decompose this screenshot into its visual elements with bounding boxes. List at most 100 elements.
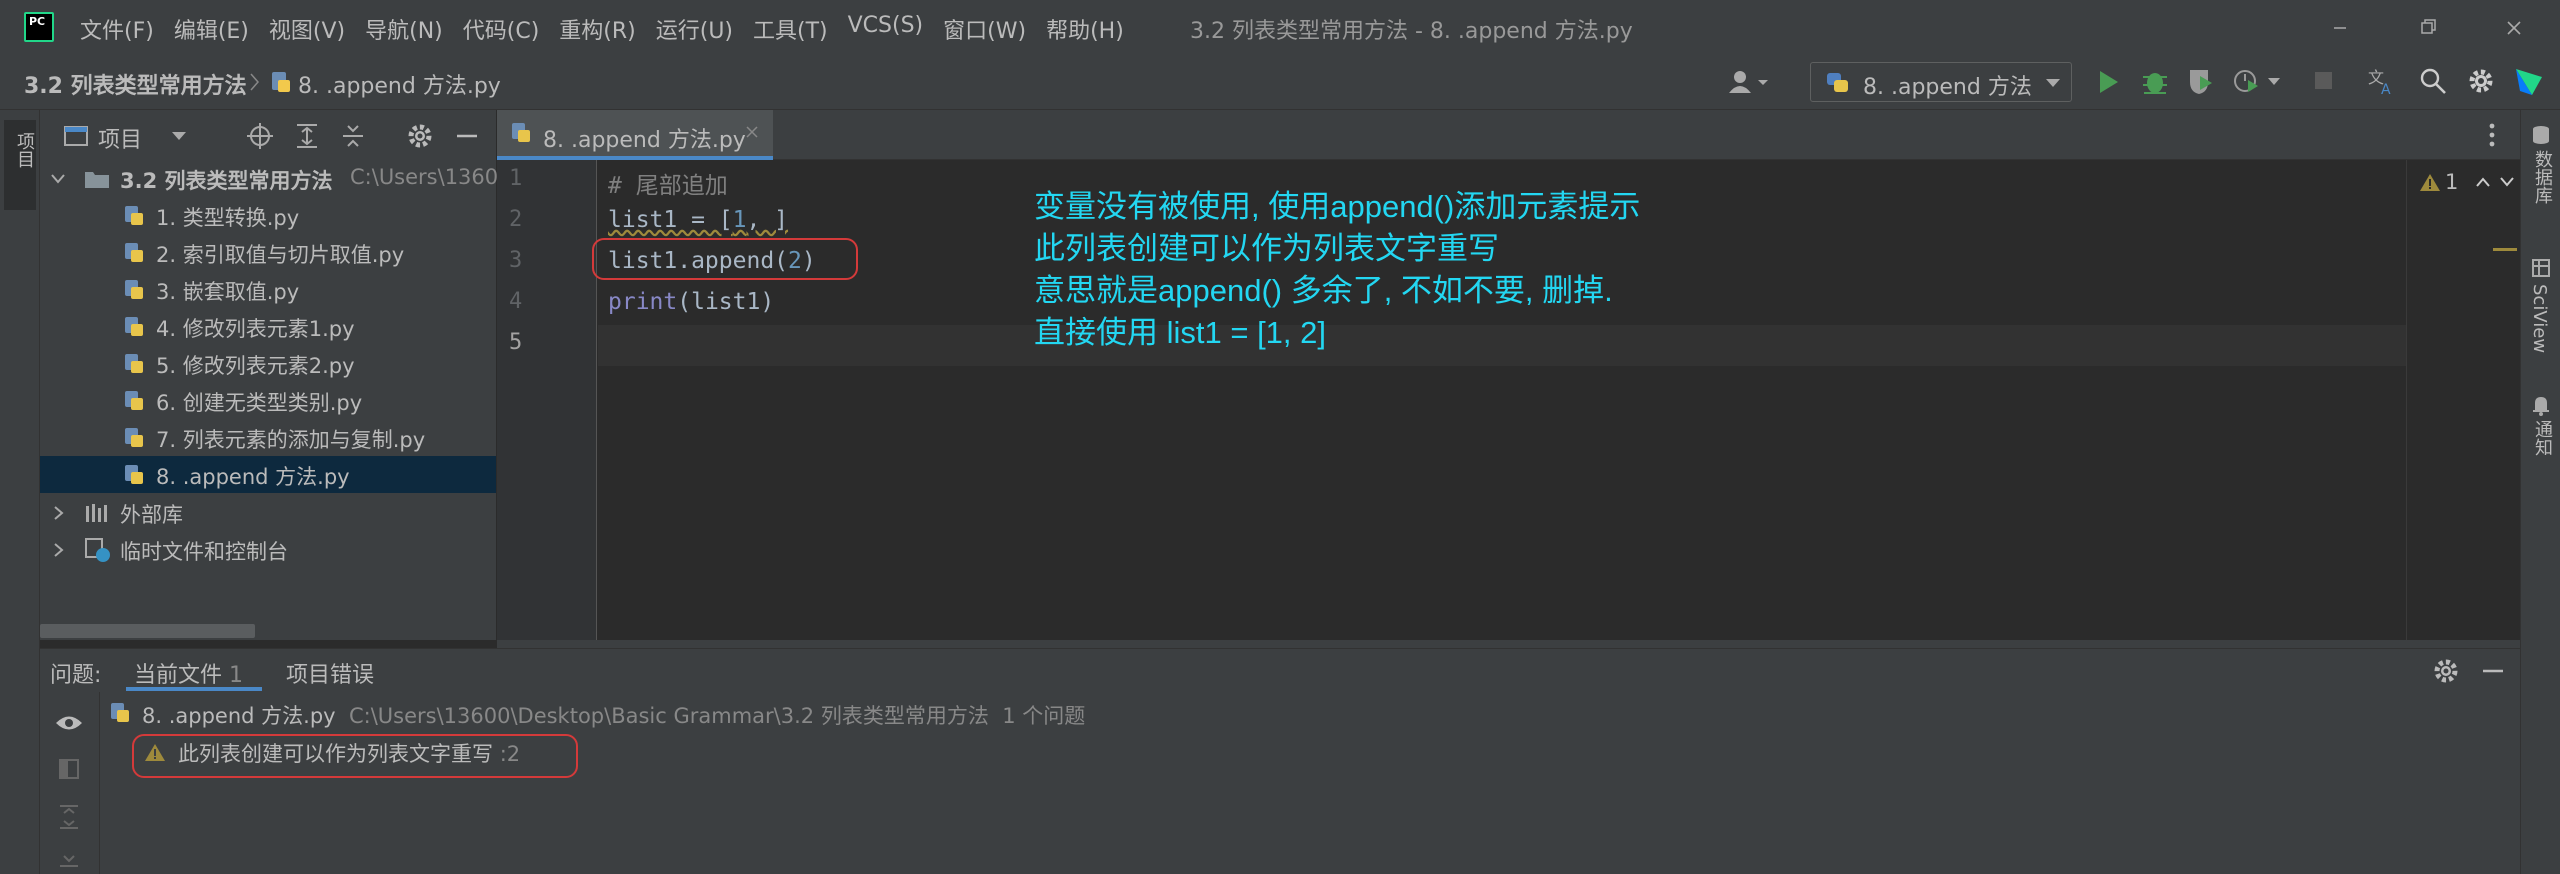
tree-root-folder[interactable]: 3.2 列表类型常用方法 C:\Users\1360 [40, 160, 499, 197]
file-name: 6. 创建无类型类别.py [156, 391, 363, 415]
file-name: 4. 修改列表元素1.py [156, 317, 355, 341]
run-config-select[interactable]: 8. .append 方法 [1810, 62, 2072, 102]
horizontal-scrollbar[interactable] [40, 624, 255, 638]
user-icon[interactable] [1726, 67, 1772, 97]
python-file-icon [125, 243, 143, 262]
hide-problems-icon[interactable] [2480, 657, 2506, 685]
python-file-icon [110, 702, 134, 726]
annotation-highlight-box [592, 238, 858, 280]
tree-file-item[interactable]: 3. 嵌套取值.py [40, 271, 496, 308]
stop-icon[interactable] [2312, 69, 2336, 93]
coverage-icon[interactable] [2186, 66, 2216, 96]
project-tree: 3.2 列表类型常用方法 C:\Users\1360 1. 类型转换.py 2.… [40, 160, 499, 640]
breadcrumb-project[interactable]: 3.2 列表类型常用方法 [24, 68, 247, 100]
menu-run[interactable]: 运行(U) [656, 13, 733, 45]
project-panel-header: 项目 [40, 110, 496, 160]
menu-view[interactable]: 视图(V) [269, 13, 345, 45]
navigation-bar: 3.2 列表类型常用方法 8. .append 方法.py 8. .append… [0, 55, 2560, 110]
menu-navigate[interactable]: 导航(N) [365, 13, 443, 45]
search-icon[interactable] [2418, 66, 2448, 96]
collapse-all-icon[interactable] [340, 122, 366, 150]
tree-file-item[interactable]: 6. 创建无类型类别.py [40, 382, 496, 419]
project-view-icon [64, 125, 88, 147]
tab-project-errors[interactable]: 项目错误 [286, 657, 374, 689]
translate-icon[interactable]: 文A [2366, 65, 2398, 97]
line-number: 4 [509, 289, 523, 314]
menu-help[interactable]: 帮助(H) [1046, 13, 1124, 45]
code-token: list1 = [ [608, 207, 733, 233]
project-view-dropdown-icon[interactable] [170, 130, 188, 142]
problem-file-row[interactable]: 8. .append 方法.py C:\Users\13600\Desktop\… [142, 700, 1085, 730]
python-file-icon [125, 391, 143, 410]
minimize-button[interactable] [2320, 10, 2360, 46]
jetbrains-toolbox-icon[interactable] [2512, 65, 2546, 97]
python-file-icon [125, 428, 143, 447]
sciview-tool-tab[interactable]: SciView [2529, 284, 2550, 353]
code-comment: # 尾部追加 [608, 173, 728, 199]
line-number: 1 [509, 166, 523, 191]
code-token: (list1) [677, 289, 775, 315]
problems-panel-body: 8. .append 方法.py C:\Users\13600\Desktop\… [40, 692, 2520, 874]
tab-current-file[interactable]: 当前文件 1 [134, 657, 243, 689]
menu-window[interactable]: 窗口(W) [943, 13, 1026, 45]
chevron-right-icon [54, 543, 64, 557]
project-panel-title[interactable]: 项目 [98, 122, 142, 154]
warning-count: 1 [2445, 170, 2459, 194]
menu-edit[interactable]: 编辑(E) [174, 13, 249, 45]
eye-icon[interactable] [54, 712, 84, 734]
problems-toolbar [40, 692, 100, 874]
tree-file-item[interactable]: 4. 修改列表元素1.py [40, 308, 496, 345]
problems-panel-header: 问题: 当前文件 1 项目错误 [40, 648, 2520, 692]
root-folder-path: C:\Users\1360 [350, 165, 499, 189]
annotation-line: 意思就是append() 多余了, 不如不要, 删掉. [1034, 273, 1613, 308]
editor-bottom-border [497, 640, 2520, 648]
tree-file-item-selected[interactable]: 8. .append 方法.py [40, 456, 496, 493]
problems-settings-icon[interactable] [2432, 657, 2460, 685]
hide-panel-icon[interactable] [454, 122, 480, 150]
python-file-icon [270, 70, 292, 94]
warning-icon[interactable] [2419, 172, 2441, 192]
run-icon[interactable] [2094, 67, 2122, 97]
database-tool-tab[interactable]: 数据库 [2529, 150, 2555, 204]
code-line: print(list1) [608, 289, 774, 315]
expand-all-icon[interactable] [294, 122, 320, 150]
tree-external-libraries[interactable]: 外部库 [40, 494, 496, 531]
problems-label: 问题: [50, 663, 102, 688]
tree-file-item[interactable]: 5. 修改列表元素2.py [40, 345, 496, 382]
menu-tools[interactable]: 工具(T) [753, 13, 828, 45]
menu-code[interactable]: 代码(C) [463, 13, 540, 45]
code-builtin: print [608, 289, 678, 315]
next-highlight-icon[interactable] [2499, 176, 2515, 188]
close-window-button[interactable] [2494, 10, 2534, 46]
expand-all-icon[interactable] [58, 804, 80, 830]
restore-button[interactable] [2408, 10, 2448, 46]
line-number-gutter: 1 2 3 4 5 [497, 160, 597, 640]
breadcrumb-file[interactable]: 8. .append 方法.py [298, 68, 501, 100]
debug-icon[interactable] [2140, 65, 2170, 97]
profile-icon[interactable] [2232, 66, 2284, 96]
panel-settings-icon[interactable] [406, 122, 434, 150]
file-name: 5. 修改列表元素2.py [156, 354, 355, 378]
collapse-all-icon[interactable] [58, 852, 80, 872]
menu-file[interactable]: 文件(F) [80, 13, 154, 45]
tree-file-item[interactable]: 1. 类型转换.py [40, 197, 496, 234]
notifications-tool-tab[interactable]: 通知 [2529, 420, 2555, 456]
project-tool-tab[interactable]: 项目 [4, 120, 36, 210]
menu-vcs[interactable]: VCS(S) [848, 13, 924, 45]
more-options-icon[interactable] [2487, 122, 2497, 148]
preview-pane-icon[interactable] [58, 758, 80, 780]
close-tab-icon[interactable] [745, 120, 759, 144]
locate-file-icon[interactable] [246, 122, 274, 150]
tree-scratches[interactable]: 临时文件和控制台 [40, 531, 496, 568]
code-line: list1 = [1, ] [608, 207, 788, 233]
settings-gear-icon[interactable] [2466, 66, 2496, 96]
tree-file-item[interactable]: 2. 索引取值与切片取值.py [40, 234, 496, 271]
tree-file-item[interactable]: 7. 列表元素的添加与复制.py [40, 419, 496, 456]
editor-tab-active[interactable]: 8. .append 方法.py [497, 110, 773, 160]
annotation-note: 变量没有被使用, 使用append()添加元素提示 此列表创建可以作为列表文字重… [1034, 186, 1640, 354]
file-name: 2. 索引取值与切片取值.py [156, 243, 405, 267]
menu-refactor[interactable]: 重构(R) [559, 13, 635, 45]
database-icon [2531, 124, 2551, 146]
previous-highlight-icon[interactable] [2475, 176, 2491, 188]
warning-stripe-marker[interactable] [2493, 248, 2517, 251]
